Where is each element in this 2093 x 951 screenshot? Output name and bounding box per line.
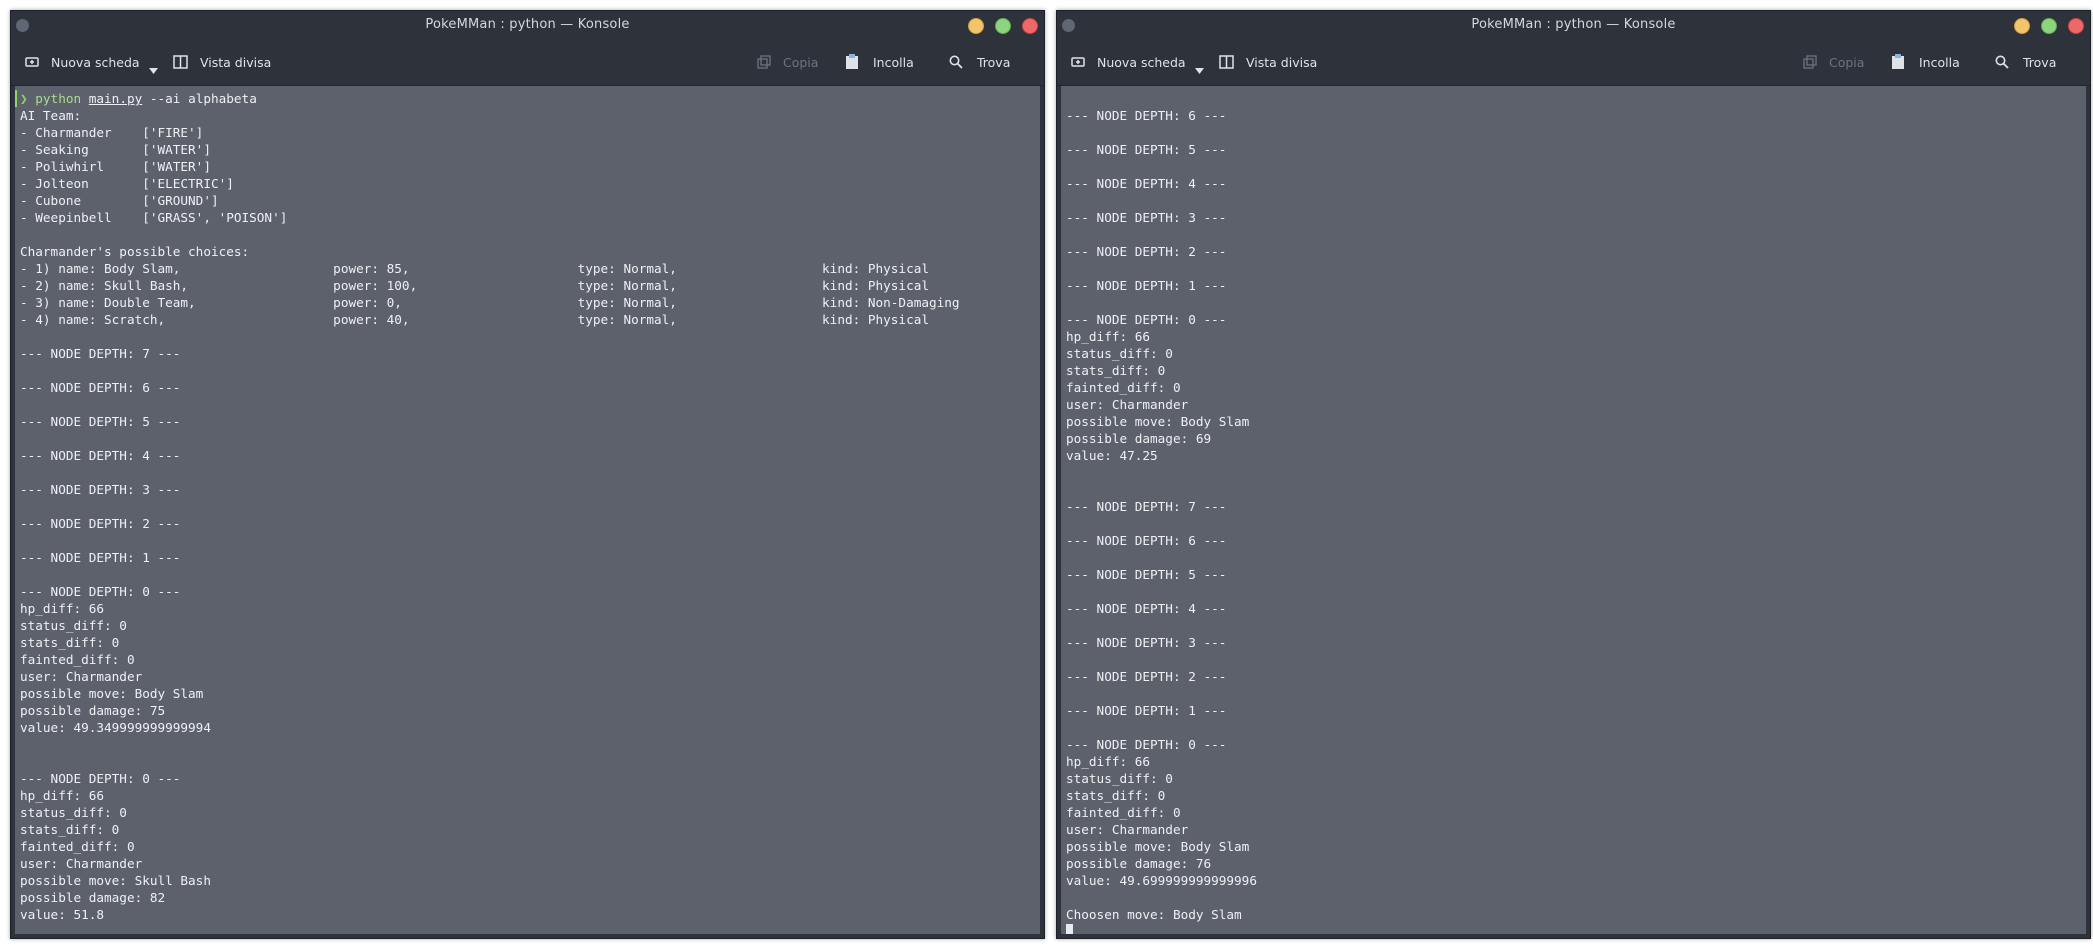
title-bar[interactable]: PokeMMan : python — Konsole [1057, 11, 2090, 39]
output-text: --- NODE DEPTH: 6 --- --- NODE DEPTH: 5 … [1066, 108, 1257, 922]
command-file: main.py [88, 91, 143, 106]
chevron-down-icon[interactable] [1195, 59, 1204, 78]
split-view-button[interactable]: Vista divisa [1219, 51, 1317, 73]
terminal-view[interactable]: ❯ python main.py --ai alphabeta AI Team:… [15, 86, 1040, 934]
close-button[interactable] [2068, 18, 2084, 34]
copy-label: Copia [783, 54, 819, 70]
paste-icon [845, 54, 859, 70]
find-label: Trova [977, 54, 1011, 70]
minimize-button[interactable] [2014, 18, 2030, 34]
window-title: PokeMMan : python — Konsole [425, 17, 630, 32]
copy-icon [1803, 55, 1817, 69]
maximize-button[interactable] [2041, 18, 2057, 34]
find-label: Trova [2023, 54, 2057, 70]
split-view-label: Vista divisa [200, 54, 272, 70]
maximize-button[interactable] [995, 18, 1011, 34]
split-view-button[interactable]: Vista divisa [173, 51, 271, 73]
command-args: --ai alphabeta [142, 91, 257, 106]
paste-button[interactable]: Incolla [1891, 51, 1960, 73]
toolbar: Nuova scheda Vista divisa Copia Incolla [11, 39, 1044, 86]
paste-label: Incolla [873, 54, 914, 70]
prompt-arrow-icon: ❯ [20, 91, 28, 106]
new-tab-button[interactable]: Nuova scheda [25, 51, 140, 73]
konsole-window-left: PokeMMan : python — Konsole Nuova scheda… [10, 10, 1045, 939]
copy-icon [757, 55, 771, 69]
output-text: AI Team: - Charmander ['FIRE'] - Seaking… [20, 108, 960, 922]
paste-button[interactable]: Incolla [845, 51, 914, 73]
window-title: PokeMMan : python — Konsole [1471, 17, 1676, 32]
paste-icon [1891, 54, 1905, 70]
command-python: python [35, 91, 82, 106]
search-icon [1995, 55, 2009, 69]
find-button[interactable]: Trova [949, 51, 1010, 73]
new-tab-button[interactable]: Nuova scheda [1071, 51, 1186, 73]
terminal-output: --- NODE DEPTH: 6 --- --- NODE DEPTH: 5 … [1061, 86, 2086, 934]
toolbar: Nuova scheda Vista divisa Copia Incolla [1057, 39, 2090, 86]
title-bar[interactable]: PokeMMan : python — Konsole [11, 11, 1044, 39]
prompt-marker [15, 90, 17, 107]
copy-button[interactable]: Copia [757, 51, 818, 73]
terminal-output: ❯ python main.py --ai alphabeta AI Team:… [15, 86, 1040, 923]
terminal-view[interactable]: --- NODE DEPTH: 6 --- --- NODE DEPTH: 5 … [1061, 86, 2086, 934]
new-tab-icon [25, 55, 39, 69]
split-view-icon [173, 55, 188, 69]
split-view-icon [1219, 55, 1234, 69]
new-tab-label: Nuova scheda [1097, 54, 1186, 70]
copy-label: Copia [1829, 54, 1865, 70]
close-button[interactable] [1022, 18, 1038, 34]
copy-button[interactable]: Copia [1803, 51, 1864, 73]
find-button[interactable]: Trova [1995, 51, 2056, 73]
chevron-down-icon[interactable] [149, 59, 158, 78]
paste-label: Incolla [1919, 54, 1960, 70]
search-icon [949, 55, 963, 69]
text-cursor [1066, 924, 1073, 934]
split-view-label: Vista divisa [1246, 54, 1318, 70]
new-tab-label: Nuova scheda [51, 54, 140, 70]
konsole-window-right: PokeMMan : python — Konsole Nuova scheda… [1056, 10, 2091, 939]
new-tab-icon [1071, 55, 1085, 69]
minimize-button[interactable] [968, 18, 984, 34]
